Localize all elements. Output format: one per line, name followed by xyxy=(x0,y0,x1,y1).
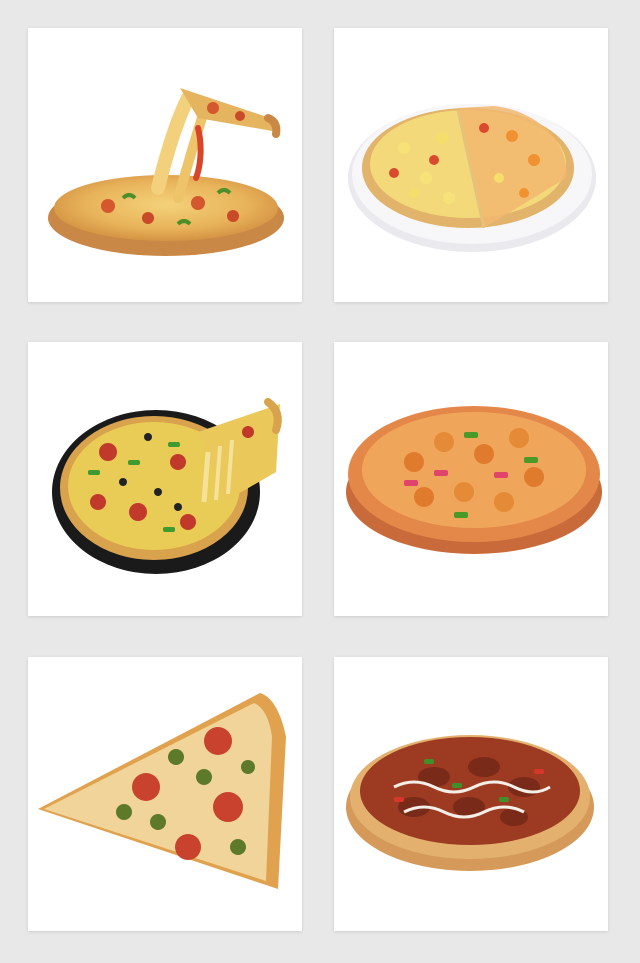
pizza-card-5[interactable] xyxy=(28,657,302,931)
pizza-image-grid xyxy=(0,0,640,963)
pizza-with-cheese-pull-slice-icon xyxy=(48,88,284,256)
pizza-card-2[interactable] xyxy=(334,28,608,302)
pizza-card-4[interactable] xyxy=(334,342,608,616)
bbq-meat-pizza-icon xyxy=(346,735,594,871)
supreme-pizza-in-black-pan-icon xyxy=(52,398,282,574)
pizza-card-3[interactable] xyxy=(28,342,302,616)
pineapple-pizza-on-plate-icon xyxy=(348,104,596,252)
pepperoni-jalapeno-pizza-slice-icon xyxy=(38,693,286,889)
pizza-card-1[interactable] xyxy=(28,28,302,302)
chicken-nugget-pizza-icon xyxy=(346,406,602,554)
pizza-card-6[interactable] xyxy=(334,657,608,931)
